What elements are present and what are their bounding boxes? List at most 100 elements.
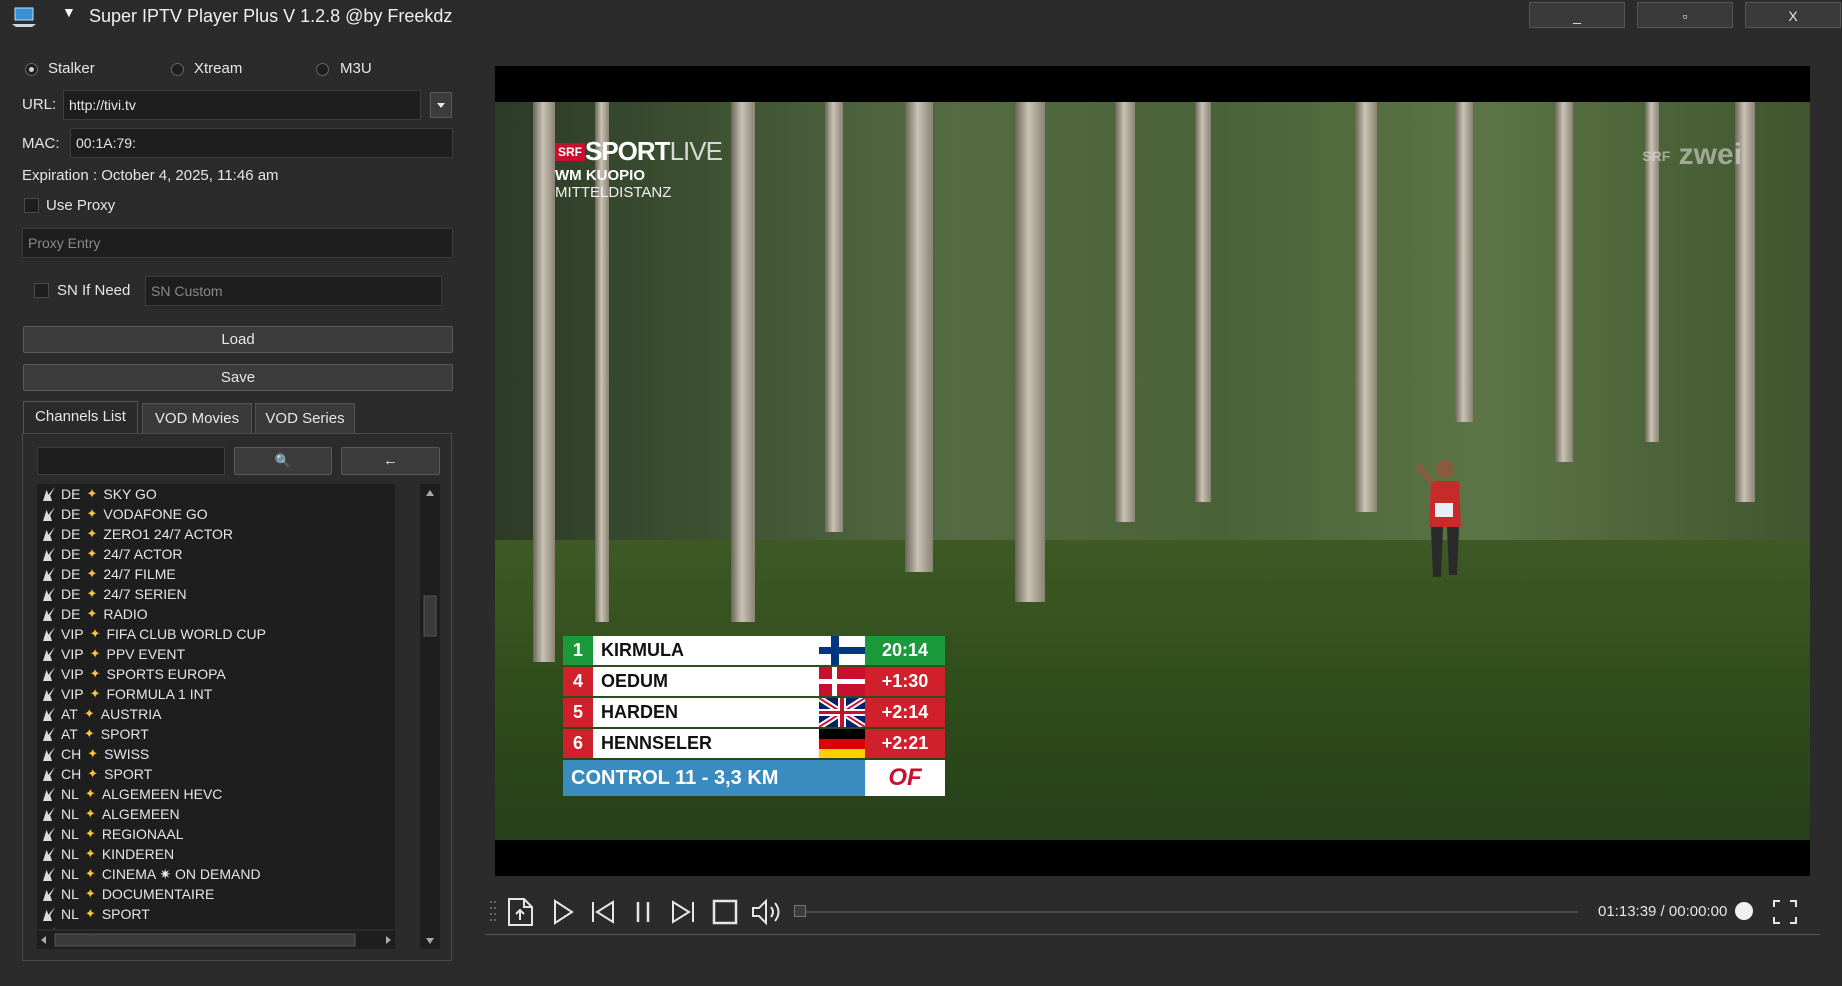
url-dropdown-button[interactable] (430, 92, 452, 118)
channel-group: DE (61, 506, 81, 522)
channel-name: VIAPLAY (102, 924, 159, 929)
list-item[interactable]: NL ✦ ALGEMEEN (37, 804, 395, 824)
satellite-icon (43, 907, 55, 921)
germany-flag-icon (819, 729, 865, 758)
channel-group: NL (61, 866, 79, 882)
channel-group: DE (61, 546, 81, 562)
satellite-icon (43, 627, 55, 641)
channel-list-vertical-scrollbar[interactable] (420, 484, 440, 949)
xtream-radio[interactable] (171, 63, 184, 76)
list-item[interactable]: NL ✦ DOCUMENTAIRE (37, 884, 395, 904)
list-item[interactable]: AT ✦ AUSTRIA (37, 704, 395, 724)
channel-group: VIP (61, 626, 84, 642)
star-icon: ✦ (84, 846, 96, 861)
list-item[interactable]: DE ✦ VODAFONE GO (37, 504, 395, 524)
list-item[interactable]: CH ✦ SWISS (37, 744, 395, 764)
list-item[interactable]: AT ✦ SPORT (37, 724, 395, 744)
stalker-radio[interactable] (25, 63, 38, 76)
chevron-down-icon (437, 103, 445, 108)
satellite-icon (43, 487, 55, 501)
result-athlete-name: HENNSELER (601, 733, 713, 753)
list-item[interactable]: CH ✦ SPORT (37, 764, 395, 784)
next-icon[interactable] (668, 896, 698, 928)
channel-name: VODAFONE GO (103, 506, 208, 522)
list-item[interactable]: DE ✦ RADIO (37, 604, 395, 624)
channel-name: ALGEMEEN HEVC (101, 786, 223, 802)
expiration-text: Expiration : October 4, 2025, 11:46 am (22, 167, 279, 184)
list-item[interactable]: DE ✦ 24/7 ACTOR (37, 544, 395, 564)
channel-group: NL (61, 886, 79, 902)
sn-checkbox[interactable] (34, 283, 49, 298)
satellite-icon (43, 607, 55, 621)
list-item[interactable]: VIP ✦ PPV EVENT (37, 644, 395, 664)
channel-list[interactable]: DE ✦ SKY GO DE ✦ VODAFONE GO DE ✦ ZERO1 24/7 ACT… (37, 484, 395, 929)
volume-knob[interactable] (1735, 902, 1753, 920)
previous-icon[interactable] (588, 896, 618, 928)
menu-dropdown-icon[interactable]: ▼ (62, 4, 76, 20)
proxy-entry-input[interactable]: Proxy Entry (22, 228, 453, 258)
fullscreen-icon[interactable] (1770, 896, 1800, 928)
list-item[interactable]: DE ✦ SKY GO (37, 484, 395, 504)
list-item[interactable]: NL ✦ VIAPLAY (37, 924, 395, 929)
star-icon: ✦ (84, 786, 96, 801)
stop-icon[interactable] (710, 896, 740, 928)
satellite-icon (43, 687, 55, 701)
maximize-button[interactable]: ▫ (1637, 2, 1733, 28)
list-item[interactable]: NL ✦ SPORT (37, 904, 395, 924)
result-athlete-name: HARDEN (601, 702, 679, 722)
load-button[interactable]: Load (23, 326, 453, 353)
close-button[interactable]: X (1745, 2, 1841, 28)
channel-search-input[interactable] (37, 447, 225, 475)
list-item[interactable]: NL ✦ CINEMA ✷ ON DEMAND (37, 864, 395, 884)
channel-group: NL (61, 906, 79, 922)
url-input[interactable]: http://tivi.tv (63, 90, 421, 120)
result-position: 4 (563, 667, 593, 696)
tab-channels-list[interactable]: Channels List (23, 401, 138, 434)
star-icon: ✦ (87, 766, 99, 781)
channel-name: 24/7 ACTOR (103, 546, 183, 562)
channel-name: KINDEREN (101, 846, 175, 862)
list-item[interactable]: NL ✦ REGIONAAL (37, 824, 395, 844)
iof-logo: OF (865, 760, 945, 796)
drag-handle-icon[interactable] (489, 898, 497, 926)
tab-vod-series[interactable]: VOD Series (255, 403, 355, 434)
list-item[interactable]: DE ✦ ZERO1 24/7 ACTOR (37, 524, 395, 544)
list-item[interactable]: NL ✦ ALGEMEEN HEVC (37, 784, 395, 804)
satellite-icon (43, 807, 55, 821)
xtream-radio-label: Xtream (194, 60, 243, 77)
star-icon: ✦ (86, 526, 98, 541)
tab-vod-movies[interactable]: VOD Movies (142, 403, 252, 434)
volume-icon[interactable] (750, 896, 784, 928)
finland-flag-icon (819, 636, 865, 665)
video-frame[interactable]: SRF SPORTLIVE WM KUOPIO MITTELDISTANZ SRF… (495, 102, 1810, 840)
list-item[interactable]: VIP ✦ SPORTS EUROPA (37, 664, 395, 684)
star-icon: ✦ (86, 586, 98, 601)
satellite-icon (43, 927, 55, 929)
search-icon: 🔍 (274, 453, 292, 468)
seek-bar-handle[interactable] (794, 905, 806, 917)
mac-input[interactable]: 00:1A:79: (70, 128, 453, 158)
m3u-radio[interactable] (316, 63, 329, 76)
list-item[interactable]: NL ✦ KINDEREN (37, 844, 395, 864)
channel-list-horizontal-scrollbar[interactable] (37, 931, 395, 949)
sn-custom-input[interactable]: SN Custom (145, 276, 442, 306)
seek-bar-track[interactable] (798, 911, 1578, 913)
channel-group: NL (61, 826, 79, 842)
result-time: +1:30 (865, 667, 945, 696)
list-item[interactable]: VIP ✦ FORMULA 1 INT (37, 684, 395, 704)
open-file-icon[interactable] (506, 896, 536, 928)
channel-name: FIFA CLUB WORLD CUP (106, 626, 266, 642)
list-item[interactable]: VIP ✦ FIFA CLUB WORLD CUP (37, 624, 395, 644)
back-arrow-icon: ← (383, 452, 398, 469)
list-item[interactable]: DE ✦ 24/7 FILME (37, 564, 395, 584)
use-proxy-checkbox[interactable] (24, 198, 39, 213)
m3u-radio-label: M3U (340, 60, 372, 77)
channel-name: PPV EVENT (106, 646, 186, 662)
save-button[interactable]: Save (23, 364, 453, 391)
search-button[interactable]: 🔍 (234, 447, 332, 475)
play-icon[interactable] (549, 896, 577, 928)
list-item[interactable]: DE ✦ 24/7 SERIEN (37, 584, 395, 604)
pause-icon[interactable] (630, 896, 656, 928)
minimize-button[interactable]: _ (1529, 2, 1625, 28)
back-button[interactable]: ← (341, 447, 440, 475)
